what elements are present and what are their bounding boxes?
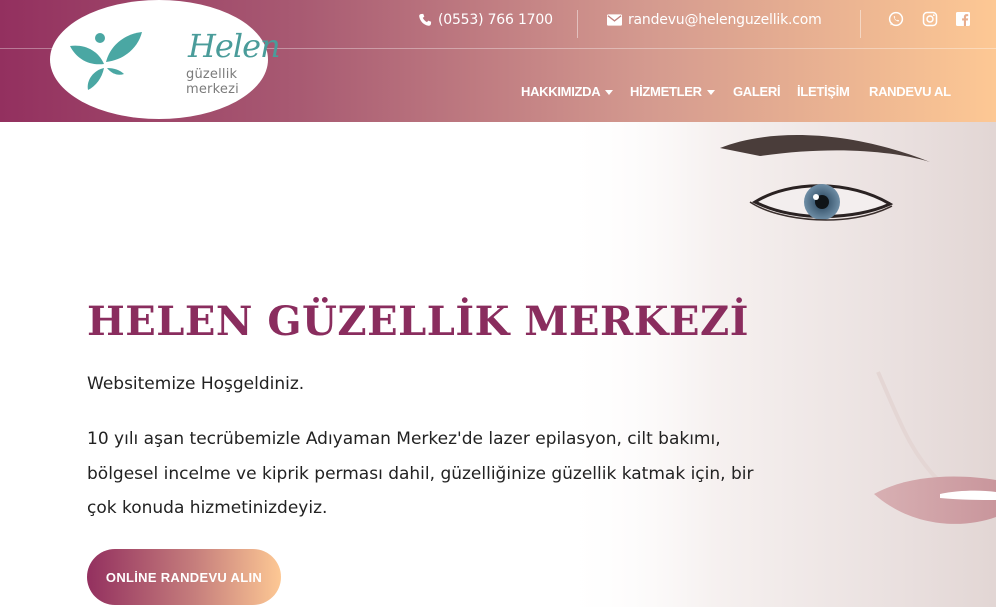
phone-icon	[419, 13, 432, 26]
hero-title: HELEN GÜZELLİK MERKEZİ	[87, 298, 749, 345]
hero-section: HELEN GÜZELLİK MERKEZİ Websitemize Hoşge…	[0, 122, 996, 607]
whatsapp-icon[interactable]	[888, 11, 906, 29]
online-appointment-button[interactable]: ONLİNE RANDEVU ALIN	[87, 549, 281, 605]
site-header: (0553) 766 1700 randevu@helenguzellik.co…	[0, 0, 996, 122]
nav-item-label: İLETİŞİM	[797, 84, 850, 99]
logo-script-text: Helen	[188, 27, 281, 65]
hero-welcome-text: Websitemize Hoşgeldiniz.	[87, 374, 305, 394]
caret-down-icon	[706, 89, 715, 95]
nav-item-galeri[interactable]: GALERİ	[733, 84, 781, 99]
nav-item-label: HAKKIMIZDA	[521, 84, 601, 99]
email-link[interactable]: randevu@helenguzellik.com	[607, 12, 822, 28]
nav-item-label: GALERİ	[733, 84, 781, 99]
topbar-divider	[577, 10, 578, 38]
nav-item-iletisim[interactable]: İLETİŞİM	[797, 84, 850, 99]
envelope-icon	[607, 14, 622, 26]
instagram-icon[interactable]	[922, 11, 940, 29]
hero-face-image	[560, 122, 996, 607]
caret-down-icon	[605, 89, 614, 95]
nav-item-label: HİZMETLER	[630, 84, 702, 99]
nav-item-hakkimizda[interactable]: HAKKIMIZDA	[521, 84, 614, 99]
hero-description: 10 yılı aşan tecrübemizle Adıyaman Merke…	[87, 429, 754, 518]
nav-item-randevu-al[interactable]: RANDEVU AL	[869, 84, 951, 99]
nav-item-hizmetler[interactable]: HİZMETLER	[630, 84, 715, 99]
nav-item-label: RANDEVU AL	[869, 84, 951, 99]
phone-number: (0553) 766 1700	[438, 12, 553, 28]
main-navigation: HAKKIMIZDA HİZMETLER GALERİ İLETİŞİM RAN…	[0, 84, 996, 104]
phone-link[interactable]: (0553) 766 1700	[418, 12, 553, 28]
facebook-icon[interactable]	[955, 11, 973, 29]
topbar-divider	[860, 10, 861, 38]
email-address: randevu@helenguzellik.com	[628, 12, 822, 28]
